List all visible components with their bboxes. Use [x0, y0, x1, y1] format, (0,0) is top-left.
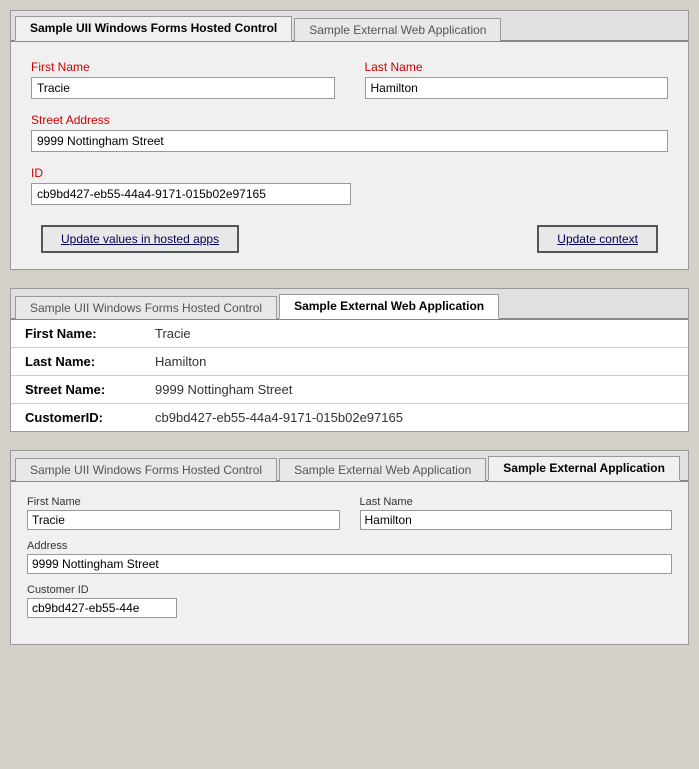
panel1-tab-strip: Sample UII Windows Forms Hosted Control …	[11, 11, 688, 42]
panel1-id-field: ID	[31, 166, 668, 205]
panel3-address-field: Address	[27, 540, 672, 574]
panel2-data-table: First Name: Tracie Last Name: Hamilton S…	[11, 320, 688, 431]
update-hosted-button[interactable]: Update values in hosted apps	[41, 225, 239, 253]
table-row: First Name: Tracie	[11, 320, 688, 348]
panel1-street-input[interactable]	[31, 130, 668, 152]
panel3-first-name-input[interactable]	[27, 510, 340, 530]
panel1-last-name-label: Last Name	[365, 60, 669, 74]
row1-value: Tracie	[141, 320, 688, 348]
panel3-address-label: Address	[27, 540, 672, 552]
update-context-button[interactable]: Update context	[537, 225, 658, 253]
table-row: Street Name: 9999 Nottingham Street	[11, 376, 688, 404]
panel2-tab-strip: Sample UII Windows Forms Hosted Control …	[11, 289, 688, 320]
panel3-last-name-label: Last Name	[360, 496, 673, 508]
panel1-last-name-input[interactable]	[365, 77, 669, 99]
panel3-content: First Name Last Name Address Customer ID	[11, 482, 688, 644]
table-row: Last Name: Hamilton	[11, 348, 688, 376]
row4-value: cb9bd427-eb55-44a4-9171-015b02e97165	[141, 404, 688, 432]
panel3-first-name-field: First Name	[27, 496, 340, 530]
panel3-customerid-row: Customer ID	[27, 584, 672, 618]
table-row: CustomerID: cb9bd427-eb55-44a4-9171-015b…	[11, 404, 688, 432]
panel3-tab-external-app[interactable]: Sample External Application	[488, 456, 680, 481]
panel1-first-name-label: First Name	[31, 60, 335, 74]
panel1-id-input[interactable]	[31, 183, 351, 205]
panel3-tab-uii[interactable]: Sample UII Windows Forms Hosted Control	[15, 458, 277, 481]
panel1-first-name-field: First Name	[31, 60, 335, 99]
panel3-last-name-input[interactable]	[360, 510, 673, 530]
row1-label: First Name:	[11, 320, 141, 348]
panel1-street-field: Street Address	[31, 113, 668, 152]
panel2-tab-uii[interactable]: Sample UII Windows Forms Hosted Control	[15, 296, 277, 319]
panel3-tab-strip: Sample UII Windows Forms Hosted Control …	[11, 451, 688, 482]
row4-label: CustomerID:	[11, 404, 141, 432]
panel1-street-label: Street Address	[31, 113, 668, 127]
panel3-name-row: First Name Last Name	[27, 496, 672, 530]
panel-3: Sample UII Windows Forms Hosted Control …	[10, 450, 689, 645]
panel1-street-row: Street Address	[31, 113, 668, 152]
panel2-content: First Name: Tracie Last Name: Hamilton S…	[11, 320, 688, 431]
panel1-last-name-field: Last Name	[365, 60, 669, 99]
panel1-id-label: ID	[31, 166, 668, 180]
panel1-first-name-input[interactable]	[31, 77, 335, 99]
panel1-tab-uii[interactable]: Sample UII Windows Forms Hosted Control	[15, 16, 292, 41]
panel3-customerid-field: Customer ID	[27, 584, 672, 618]
panel3-last-name-field: Last Name	[360, 496, 673, 530]
row3-value: 9999 Nottingham Street	[141, 376, 688, 404]
panel-1: Sample UII Windows Forms Hosted Control …	[10, 10, 689, 270]
panel3-address-input[interactable]	[27, 554, 672, 574]
panel1-name-row: First Name Last Name	[31, 60, 668, 99]
panel1-content: First Name Last Name Street Address ID U…	[11, 42, 688, 269]
panel3-first-name-label: First Name	[27, 496, 340, 508]
panel1-tab-external-web[interactable]: Sample External Web Application	[294, 18, 501, 41]
panel1-id-row: ID	[31, 166, 668, 205]
panel3-address-row: Address	[27, 540, 672, 574]
row3-label: Street Name:	[11, 376, 141, 404]
panel2-tab-external-web[interactable]: Sample External Web Application	[279, 294, 499, 319]
panel-2: Sample UII Windows Forms Hosted Control …	[10, 288, 689, 432]
panel1-button-row: Update values in hosted apps Update cont…	[31, 225, 668, 253]
row2-value: Hamilton	[141, 348, 688, 376]
row2-label: Last Name:	[11, 348, 141, 376]
panel3-customerid-label: Customer ID	[27, 584, 672, 596]
panel3-tab-external-web[interactable]: Sample External Web Application	[279, 458, 486, 481]
panel3-customerid-input[interactable]	[27, 598, 177, 618]
